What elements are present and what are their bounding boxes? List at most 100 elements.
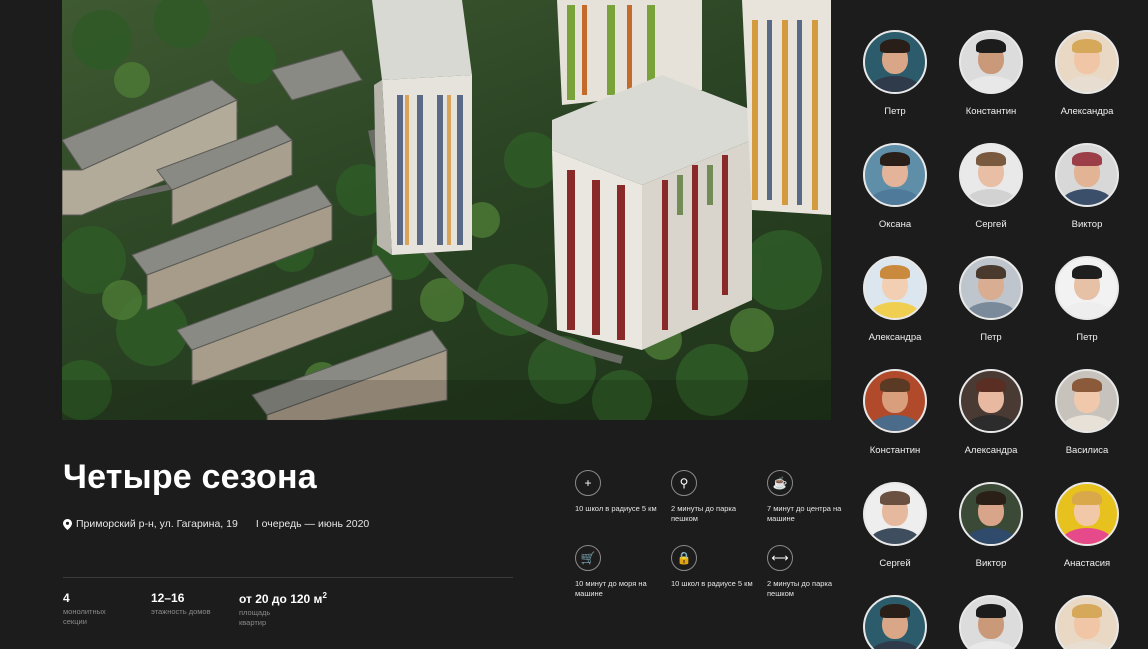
avatar-shirt <box>966 76 1016 92</box>
person-name: Константин <box>965 106 1017 117</box>
avatar-hair <box>1072 491 1102 505</box>
cup-icon: ☕ <box>767 470 793 496</box>
avatar[interactable] <box>863 30 927 94</box>
feature-text: 2 минуты до парка пешком <box>767 579 833 598</box>
feature-text: 2 минуты до парка пешком <box>671 504 737 523</box>
avatar-shirt <box>966 641 1016 649</box>
person-card[interactable] <box>847 595 943 649</box>
avatar-hair <box>976 39 1006 53</box>
feature-item: ⚲ 2 минуты до парка пешком <box>671 470 763 523</box>
person-card[interactable]: Анастасия <box>1039 482 1135 569</box>
avatar-shirt <box>1062 76 1112 92</box>
hero-image <box>62 0 831 420</box>
person-card[interactable]: Петр <box>1039 256 1135 343</box>
bag-icon: 🔒 <box>671 545 697 571</box>
avatar-hair <box>880 39 910 53</box>
person-card[interactable]: Виктор <box>1039 143 1135 230</box>
avatar[interactable] <box>863 369 927 433</box>
avatar[interactable] <box>959 143 1023 207</box>
avatar[interactable] <box>1055 482 1119 546</box>
person-card[interactable]: Оксана <box>847 143 943 230</box>
feature-item: ⟷ 2 минуты до парка пешком <box>767 545 859 598</box>
avatar-shirt <box>870 641 920 649</box>
feature-text: 7 минут до центра на машине <box>767 504 842 523</box>
avatar-shirt <box>870 528 920 544</box>
person-card[interactable]: Константин <box>847 369 943 456</box>
stat-label: этажность домов <box>151 607 211 616</box>
divider <box>63 577 513 578</box>
avatar[interactable] <box>1055 369 1119 433</box>
avatar[interactable] <box>1055 143 1119 207</box>
avatar-hair <box>880 265 910 279</box>
avatar-hair <box>1072 378 1102 392</box>
stat-area: от 20 до 120 м2 площадь квартир <box>239 591 327 628</box>
avatar[interactable] <box>863 482 927 546</box>
person-card[interactable]: Петр <box>943 256 1039 343</box>
stat-label: монолитных секции <box>63 607 106 626</box>
avatar-shirt <box>966 415 1016 431</box>
stats-row: 4 монолитных секции 12–16 этажность домо… <box>63 591 355 628</box>
feature-text: 10 школ в радиусе 5 км <box>575 504 657 513</box>
avatar[interactable] <box>1055 595 1119 649</box>
avatar-hair <box>976 378 1006 392</box>
person-card[interactable]: Александра <box>847 256 943 343</box>
avatar-shirt <box>1062 641 1112 649</box>
plus-icon: + <box>575 470 601 496</box>
person-card[interactable]: Сергей <box>847 482 943 569</box>
avatar-shirt <box>1062 302 1112 318</box>
person-name: Сергей <box>975 219 1007 230</box>
person-card[interactable] <box>943 595 1039 649</box>
feature-text: 10 школ в радиусе 5 км <box>671 579 753 588</box>
person-name: Петр <box>980 332 1002 343</box>
avatar[interactable] <box>959 595 1023 649</box>
person-card[interactable]: Сергей <box>943 143 1039 230</box>
avatar[interactable] <box>959 256 1023 320</box>
avatar-shirt <box>870 415 920 431</box>
avatar[interactable] <box>959 482 1023 546</box>
avatar[interactable] <box>863 595 927 649</box>
project-title: Четыре сезона <box>63 458 317 496</box>
person-name: Александра <box>868 332 922 343</box>
avatar-shirt <box>1062 528 1112 544</box>
avatar-shirt <box>966 189 1016 205</box>
person-name: Петр <box>1076 332 1098 343</box>
person-name: Василиса <box>1065 445 1109 456</box>
person-card[interactable]: Александра <box>943 369 1039 456</box>
feature-item: + 10 школ в радиусе 5 км <box>575 470 667 514</box>
avatar[interactable] <box>959 369 1023 433</box>
feature-item: 🔒 10 школ в радиусе 5 км <box>671 545 763 589</box>
avatar[interactable] <box>959 30 1023 94</box>
person-card[interactable]: Василиса <box>1039 369 1135 456</box>
avatar-hair <box>1072 39 1102 53</box>
avatar[interactable] <box>863 143 927 207</box>
person-name: Александра <box>1060 106 1114 117</box>
avatar-shirt <box>966 528 1016 544</box>
person-name: Александра <box>964 445 1018 456</box>
person-card[interactable]: Александра <box>1039 30 1135 117</box>
lamp-icon: ⚲ <box>671 470 697 496</box>
person-name: Сергей <box>879 558 911 569</box>
avatar-hair <box>880 152 910 166</box>
avatar[interactable] <box>1055 30 1119 94</box>
address-text: Приморский р-н, ул. Гагарина, 19 <box>76 518 238 530</box>
person-card[interactable]: Петр <box>847 30 943 117</box>
avatar-hair <box>1072 152 1102 166</box>
stat-value: 12–16 <box>151 591 185 605</box>
avatar-hair <box>880 378 910 392</box>
cart-icon: 🛒 <box>575 545 601 571</box>
person-card[interactable]: Константин <box>943 30 1039 117</box>
address-row: Приморский р-н, ул. Гагарина, 19 I очере… <box>63 518 369 530</box>
person-name: Оксана <box>878 219 912 230</box>
avatar-shirt <box>870 302 920 318</box>
location-pin-icon <box>63 518 72 530</box>
stat-label: площадь квартир <box>239 608 271 627</box>
person-name: Константин <box>869 445 921 456</box>
person-card[interactable]: Виктор <box>943 482 1039 569</box>
avatar-hair <box>880 604 910 618</box>
queue-text: I очередь — июнь 2020 <box>255 518 370 530</box>
avatar-shirt <box>966 302 1016 318</box>
person-card[interactable] <box>1039 595 1135 649</box>
avatar[interactable] <box>863 256 927 320</box>
avatar-shirt <box>870 76 920 92</box>
avatar[interactable] <box>1055 256 1119 320</box>
